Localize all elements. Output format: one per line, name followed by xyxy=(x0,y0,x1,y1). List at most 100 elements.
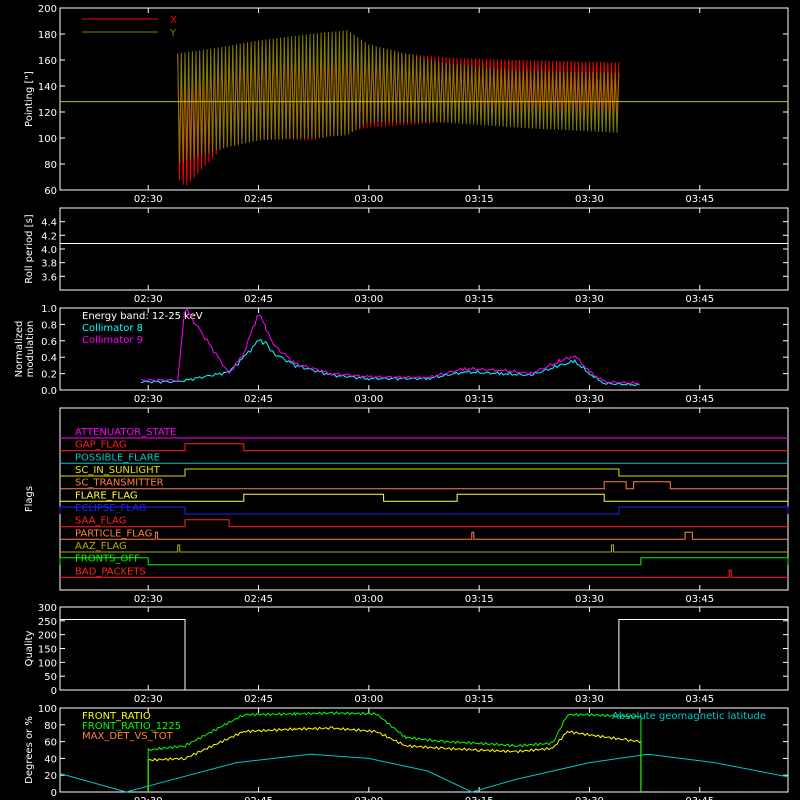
y-tick-label: 0.0 xyxy=(41,386,57,397)
y-axis-label: Pointing ["] xyxy=(24,71,35,127)
flag-label: FRONTS_OFF xyxy=(75,554,140,565)
flag-trace-sc-in-sunlight xyxy=(60,468,788,477)
y-tick-label: 50 xyxy=(44,672,57,683)
series-collimator-9 xyxy=(140,308,640,385)
y-tick-label: 100 xyxy=(38,134,57,145)
legend-label: MAX_DET_VS_TOT xyxy=(82,731,174,742)
y-tick-label: 150 xyxy=(38,645,57,656)
y-tick-label: 0.2 xyxy=(41,370,57,381)
flag-label: ATTENUATOR_STATE xyxy=(75,427,176,438)
x-tick-label: 03:30 xyxy=(575,694,604,705)
y-tick-label: 20 xyxy=(44,771,57,782)
legend-label: Y xyxy=(169,28,177,39)
flag-label: FLARE_FLAG xyxy=(75,490,138,501)
flag-trace-aaz-flag xyxy=(60,544,788,553)
y-axis-label: Degrees or % xyxy=(24,716,35,784)
series-front-ratio xyxy=(147,726,642,792)
x-tick-label: 03:30 xyxy=(575,194,604,205)
x-tick-label: 03:45 xyxy=(685,796,714,800)
flag-label: SAA_FLAG xyxy=(75,516,126,527)
series-collimator-8 xyxy=(140,339,640,387)
x-tick-label: 03:00 xyxy=(354,394,383,405)
x-tick-label: 02:45 xyxy=(244,294,273,305)
flag-label: SC_TRANSMITTER xyxy=(75,478,164,489)
y-axis-label: modulation xyxy=(25,321,36,378)
flag-label: SC_IN_SUNLIGHT xyxy=(75,465,161,476)
x-tick-label: 03:00 xyxy=(354,694,383,705)
legend-label: Collimator 9 xyxy=(82,335,143,346)
x-tick-label: 02:45 xyxy=(244,594,273,605)
y-tick-label: 100 xyxy=(38,704,57,715)
x-tick-label: 02:45 xyxy=(244,796,273,800)
y-tick-label: 0.4 xyxy=(41,353,57,364)
legend-label: Absolute geomagnetic latitude xyxy=(612,711,766,722)
x-tick-label: 03:00 xyxy=(354,294,383,305)
flag-label: ECLIPSE_FLAG xyxy=(75,503,146,514)
x-tick-label: 02:30 xyxy=(134,294,163,305)
x-tick-label: 03:00 xyxy=(354,594,383,605)
x-tick-label: 02:30 xyxy=(134,694,163,705)
flag-trace-saa-flag xyxy=(60,519,788,528)
x-tick-label: 02:30 xyxy=(134,194,163,205)
x-tick-label: 03:30 xyxy=(575,394,604,405)
y-tick-label: 0.6 xyxy=(41,337,57,348)
x-tick-label: 03:45 xyxy=(685,194,714,205)
y-tick-label: 160 xyxy=(38,56,57,67)
flag-trace-eclipse-flag xyxy=(59,506,789,515)
flag-label: GAP_FLAG xyxy=(75,440,127,451)
x-tick-label: 03:30 xyxy=(575,594,604,605)
series-y-band xyxy=(177,30,620,164)
y-tick-label: 80 xyxy=(44,160,57,171)
x-tick-label: 02:30 xyxy=(134,796,163,800)
legend-label: Collimator 8 xyxy=(82,323,143,334)
x-tick-label: 02:45 xyxy=(244,394,273,405)
y-tick-label: 100 xyxy=(38,658,57,669)
y-tick-label: 60 xyxy=(44,186,57,197)
x-tick-label: 02:45 xyxy=(244,694,273,705)
y-tick-label: 0 xyxy=(51,686,57,697)
x-tick-label: 03:45 xyxy=(685,294,714,305)
flag-trace-sc-transmitter xyxy=(60,481,788,490)
x-tick-label: 03:00 xyxy=(354,194,383,205)
y-tick-label: 4.0 xyxy=(41,245,57,256)
y-tick-label: 200 xyxy=(38,4,57,15)
series-front-ratio-1225 xyxy=(147,711,642,792)
x-tick-label: 03:45 xyxy=(685,594,714,605)
x-tick-label: 03:30 xyxy=(575,294,604,305)
y-axis-label: Quality xyxy=(24,631,35,667)
y-tick-label: 40 xyxy=(44,754,57,765)
y-tick-label: 4.2 xyxy=(41,231,57,242)
x-tick-label: 03:15 xyxy=(465,194,494,205)
x-tick-label: 03:15 xyxy=(465,694,494,705)
y-tick-label: 180 xyxy=(38,30,57,41)
flag-trace-particle-flag xyxy=(60,531,788,540)
flag-label: POSSIBLE_FLARE xyxy=(75,452,160,463)
hessi-quicklook-figure: 02:30 02:45 03:00 03:15 03:30 03:45 60 80 100 120… xyxy=(14,4,789,800)
flag-label: BAD_PACKETS xyxy=(75,566,146,577)
flag-trace-gap-flag xyxy=(60,443,788,452)
panel-2-frame xyxy=(59,207,789,291)
flag-trace-fronts-off xyxy=(59,557,789,566)
y-axis-label: Flags xyxy=(24,486,35,512)
legend-label: X xyxy=(170,15,177,26)
y-tick-label: 60 xyxy=(44,738,57,749)
flag-trace-bad-packets xyxy=(60,569,788,578)
x-tick-label: 03:15 xyxy=(465,796,494,800)
x-tick-label: 03:45 xyxy=(685,694,714,705)
y-tick-label: 250 xyxy=(38,617,57,628)
x-tick-label: 03:15 xyxy=(465,394,494,405)
y-tick-label: 3.8 xyxy=(41,259,57,270)
x-tick-label: 03:00 xyxy=(354,796,383,800)
y-tick-label: 4.4 xyxy=(41,218,57,229)
x-tick-label: 02:30 xyxy=(134,594,163,605)
y-tick-label: 80 xyxy=(44,721,57,732)
x-tick-label: 03:45 xyxy=(685,394,714,405)
y-axis-label: Roll period [s] xyxy=(24,214,35,283)
flag-trace-flare-flag xyxy=(60,493,788,502)
y-tick-label: 1.0 xyxy=(41,304,57,315)
y-tick-label: 0.8 xyxy=(41,320,57,331)
flag-label: AAZ_FLAG xyxy=(75,541,127,552)
y-tick-label: 300 xyxy=(38,603,57,614)
y-tick-label: 140 xyxy=(38,82,57,93)
x-tick-label: 02:45 xyxy=(244,194,273,205)
